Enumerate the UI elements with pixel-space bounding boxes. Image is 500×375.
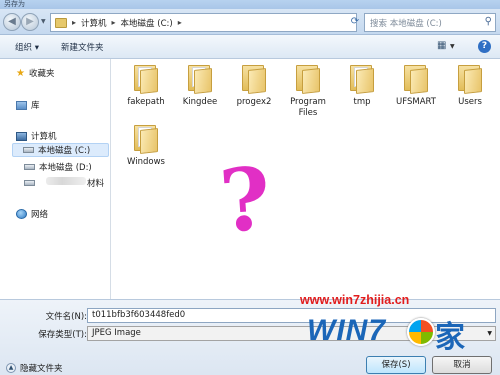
back-button[interactable]: ◀ bbox=[3, 13, 21, 31]
organize-button[interactable]: 组织 ▾ bbox=[15, 41, 39, 53]
drive-icon bbox=[24, 180, 35, 186]
question-mark-annotation: ? bbox=[216, 148, 274, 253]
star-icon: ★ bbox=[16, 67, 25, 79]
folder-icon bbox=[455, 63, 485, 94]
title-bar: 另存为 bbox=[0, 0, 500, 9]
sidebar-item-label: 库 bbox=[31, 101, 40, 111]
folder-label: fakepath bbox=[127, 97, 165, 107]
watermark-url: www.win7zhijia.cn bbox=[300, 293, 410, 307]
command-toolbar: 组织 ▾ 新建文件夹 ▦ ▼ ? bbox=[0, 35, 500, 59]
windows-orb-icon bbox=[407, 318, 435, 346]
drive-icon bbox=[24, 164, 35, 170]
sidebar-item-other-drive[interactable]: 材料 bbox=[24, 177, 104, 189]
folder-label: Kingdee bbox=[182, 97, 218, 107]
sidebar-item-drive-d[interactable]: 本地磁盘 (D:) bbox=[24, 161, 92, 173]
folder-icon bbox=[131, 123, 161, 154]
file-list: fakepath Kingdee progex2 Program Files t… bbox=[112, 59, 500, 299]
sidebar-item-label: 计算机 bbox=[31, 132, 57, 142]
sidebar-item-network[interactable]: 网络 bbox=[16, 208, 48, 220]
breadcrumb-computer[interactable]: 计算机 bbox=[81, 17, 107, 29]
search-placeholder: 搜索 本地磁盘 (C:) bbox=[370, 19, 442, 29]
address-bar-row: ◀ ▶ ▼ ▸ 计算机 ▸ 本地磁盘 (C:) ▸ ⟳ 搜索 本地磁盘 (C:)… bbox=[0, 9, 500, 35]
sidebar-item-label: 本地磁盘 (C:) bbox=[38, 146, 91, 156]
search-input[interactable]: 搜索 本地磁盘 (C:) ⚲ bbox=[364, 13, 496, 32]
folder-label: Windows bbox=[127, 157, 165, 167]
folder-item[interactable]: tmp bbox=[334, 63, 390, 108]
watermark-logo-text: WIN7 bbox=[307, 314, 386, 347]
folder-item[interactable]: fakepath bbox=[118, 63, 174, 108]
folder-icon bbox=[55, 17, 67, 28]
breadcrumb-drive-c[interactable]: 本地磁盘 (C:) bbox=[121, 17, 173, 29]
folder-item[interactable]: Windows bbox=[118, 123, 174, 168]
help-icon[interactable]: ? bbox=[478, 40, 491, 53]
folder-label: UFSMART bbox=[396, 97, 436, 107]
view-options-icon[interactable]: ▦ bbox=[437, 40, 446, 51]
folder-icon bbox=[239, 63, 269, 94]
chevron-down-icon[interactable]: ▼ bbox=[450, 43, 455, 50]
refresh-icon[interactable]: ⟳ bbox=[349, 13, 361, 30]
filename-value: t011bfb3f603448fed0 bbox=[92, 310, 186, 320]
folder-item[interactable]: UFSMART bbox=[388, 63, 444, 108]
folder-item[interactable]: Users bbox=[442, 63, 498, 108]
folder-icon bbox=[185, 63, 215, 94]
watermark-logo-suffix: 家 bbox=[435, 320, 465, 355]
filetype-value: JPEG Image bbox=[92, 328, 141, 338]
sidebar-item-favorites[interactable]: ★ 收藏夹 bbox=[16, 67, 54, 79]
hide-folders-label: 隐藏文件夹 bbox=[20, 364, 63, 374]
folder-label: tmp bbox=[353, 97, 371, 107]
hide-folders-toggle[interactable]: ▲ 隐藏文件夹 bbox=[6, 362, 63, 374]
new-folder-button[interactable]: 新建文件夹 bbox=[61, 41, 104, 53]
computer-icon bbox=[16, 131, 27, 141]
folder-label: Users bbox=[458, 97, 482, 107]
filetype-label: 保存类型(T): bbox=[38, 330, 87, 340]
sidebar-item-label: 材料 bbox=[87, 179, 105, 189]
chevron-right-icon[interactable]: ▸ bbox=[112, 18, 116, 27]
folder-icon bbox=[347, 63, 377, 94]
chevron-right-icon[interactable]: ▸ bbox=[178, 18, 182, 27]
folder-label: progex2 bbox=[236, 97, 272, 107]
sidebar-item-drive-c[interactable]: 本地磁盘 (C:) bbox=[12, 143, 109, 157]
sidebar-item-label: 网络 bbox=[31, 210, 49, 220]
chevron-down-icon[interactable]: ▼ bbox=[487, 327, 492, 340]
folder-icon bbox=[131, 63, 161, 94]
sidebar-item-label: 收藏夹 bbox=[28, 69, 55, 79]
sidebar-item-computer[interactable]: 计算机 bbox=[16, 130, 57, 142]
recent-pages-dropdown[interactable]: ▼ bbox=[41, 18, 46, 25]
address-bar[interactable]: ▸ 计算机 ▸ 本地磁盘 (C:) ▸ bbox=[50, 13, 357, 32]
folder-icon bbox=[401, 63, 431, 94]
folder-item[interactable]: Kingdee bbox=[172, 63, 228, 108]
watermark-logo: WIN7 家 bbox=[307, 314, 479, 355]
folder-icon bbox=[293, 63, 323, 94]
cancel-button[interactable]: 取消 bbox=[432, 356, 492, 374]
drive-icon bbox=[23, 147, 34, 153]
search-icon[interactable]: ⚲ bbox=[485, 16, 492, 27]
navigation-pane: ★ 收藏夹 库 计算机 本地磁盘 (C:) 本地磁盘 (D:) 材料 网络 bbox=[0, 59, 111, 299]
sidebar-item-label: 本地磁盘 (D:) bbox=[39, 163, 92, 173]
folder-item[interactable]: progex2 bbox=[226, 63, 282, 108]
library-icon bbox=[16, 100, 27, 110]
folder-item[interactable]: Program Files bbox=[280, 63, 336, 119]
window-title: 另存为 bbox=[4, 0, 25, 8]
chevron-up-icon: ▲ bbox=[6, 363, 16, 373]
save-button[interactable]: 保存(S) bbox=[366, 356, 426, 374]
sidebar-item-libraries[interactable]: 库 bbox=[16, 99, 40, 111]
forward-button[interactable]: ▶ bbox=[21, 13, 39, 31]
network-icon bbox=[16, 209, 27, 219]
chevron-right-icon[interactable]: ▸ bbox=[72, 18, 76, 27]
filename-label: 文件名(N): bbox=[45, 312, 87, 322]
folder-label: Program Files bbox=[290, 97, 326, 118]
